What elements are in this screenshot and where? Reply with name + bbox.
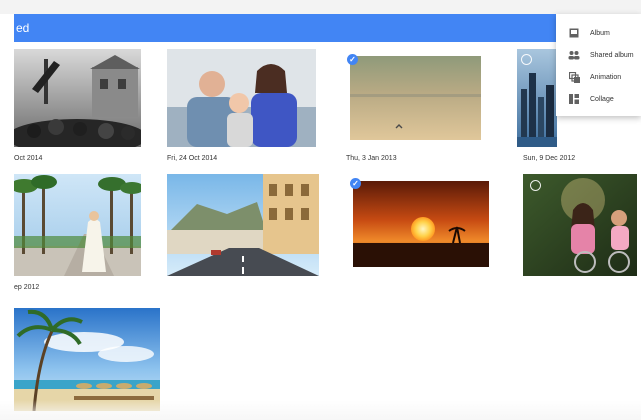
photos-page: ed ✓ Album Shared album Animation Collag… [0,0,641,420]
selection-app-bar: ed [14,14,574,42]
children-bicycle-image [523,174,637,276]
menu-item-label: Album [590,29,610,37]
coastal-street-image [167,174,319,276]
menu-item-label: Animation [590,73,622,81]
animation-icon [568,71,580,83]
selection-title: ed [16,21,30,35]
beach-bird-image [350,56,481,140]
selected-check-icon[interactable]: ✓ [350,178,361,189]
sunset-image [353,181,489,267]
album-icon [568,27,580,39]
menu-item-label: Collage [590,95,614,103]
photo-family-portrait[interactable] [167,49,316,147]
date-label: ep 2012 [14,284,40,291]
photo-celebration-crowd[interactable] [14,49,141,147]
menu-item-collage[interactable]: Collage [556,88,641,110]
menu-item-shared-album[interactable]: Shared album [556,44,641,66]
photo-sunset[interactable] [353,181,489,267]
collage-icon [568,93,580,105]
date-label: Oct 2014 [14,155,43,162]
menu-item-label: Shared album [590,51,634,59]
palm-avenue-bride-image [14,174,141,276]
create-menu: Album Shared album Animation Collage [556,14,641,116]
photo-children-bicycle[interactable] [523,174,637,276]
date-label: Thu, 3 Jan 2013 [346,155,397,162]
menu-item-album[interactable]: Album [556,22,641,44]
shared-album-icon [568,49,580,61]
top-strip [0,0,641,14]
photo-tropical-beach[interactable] [14,308,160,411]
photo-coastal-street[interactable] [167,174,319,276]
family-portrait-image [167,49,316,147]
photo-palm-avenue-bride[interactable] [14,174,141,276]
unselected-ring-icon[interactable] [521,54,532,65]
celebration-crowd-image [14,49,141,147]
menu-item-animation[interactable]: Animation [556,66,641,88]
photo-beach-bird[interactable] [350,56,481,140]
selected-check-icon[interactable]: ✓ [347,54,358,65]
date-label: Fri, 24 Oct 2014 [167,155,218,162]
date-label: Sun, 9 Dec 2012 [523,155,576,162]
unselected-ring-icon[interactable] [530,180,541,191]
tropical-beach-image [14,308,160,411]
bottom-fade [0,400,641,420]
